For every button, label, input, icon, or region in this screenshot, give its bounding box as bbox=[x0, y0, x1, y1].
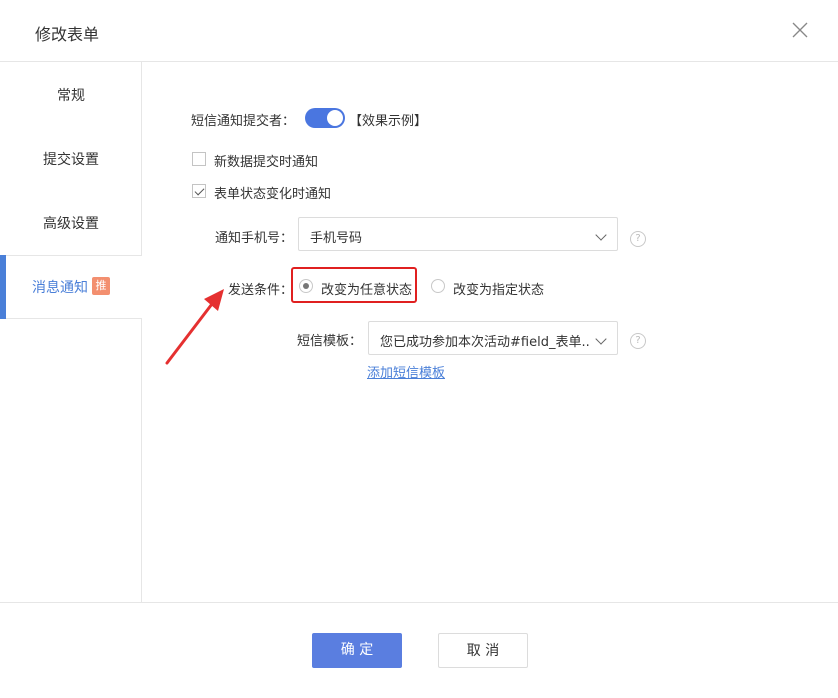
dialog-header: 修改表单 bbox=[0, 0, 838, 62]
chevron-down-icon bbox=[595, 333, 607, 345]
sidebar: 常规 提交设置 高级设置 消息通知推 bbox=[0, 62, 142, 602]
sms-notify-label: 短信通知提交者： bbox=[191, 114, 296, 129]
dialog-footer bbox=[0, 602, 838, 698]
radio-any-state[interactable] bbox=[299, 279, 313, 293]
status-change-checkbox[interactable] bbox=[192, 184, 206, 198]
add-template-link[interactable]: 添加短信模板 bbox=[367, 362, 445, 381]
template-select-value: 您已成功参加本次活动#field_表单... bbox=[380, 335, 590, 350]
cancel-button[interactable]: 取 消 bbox=[438, 633, 528, 668]
confirm-button[interactable]: 确 定 bbox=[312, 633, 402, 668]
close-icon[interactable] bbox=[791, 21, 809, 39]
sidebar-item-submit-settings[interactable]: 提交设置 bbox=[0, 128, 142, 192]
new-data-checkbox[interactable] bbox=[192, 152, 206, 166]
template-select[interactable]: 您已成功参加本次活动#field_表单... bbox=[368, 321, 618, 355]
status-change-checkbox-label: 表单状态变化时通知 bbox=[214, 187, 332, 202]
phone-select[interactable]: 手机号码 bbox=[298, 217, 618, 251]
phone-select-value: 手机号码 bbox=[310, 231, 363, 246]
example-link[interactable]: 【效果示例】 bbox=[349, 110, 427, 129]
sidebar-item-advanced-settings[interactable]: 高级设置 bbox=[0, 192, 142, 256]
radio-specific-state-label: 改变为指定状态 bbox=[453, 283, 545, 298]
help-icon[interactable]: ? bbox=[630, 231, 646, 247]
sidebar-item-general[interactable]: 常规 bbox=[0, 64, 142, 128]
help-icon[interactable]: ? bbox=[630, 333, 646, 349]
template-label: 短信模板： bbox=[297, 334, 363, 349]
annotation-arrow-icon bbox=[165, 289, 224, 365]
radio-specific-state[interactable] bbox=[431, 279, 445, 293]
sidebar-item-message-notification[interactable]: 消息通知推 bbox=[0, 255, 142, 319]
dialog-title: 修改表单 bbox=[35, 25, 100, 44]
radio-any-state-label: 改变为任意状态 bbox=[321, 283, 413, 298]
sidebar-item-label: 高级设置 bbox=[43, 216, 99, 232]
recommend-badge: 推 bbox=[92, 277, 110, 295]
sidebar-item-label: 消息通知 bbox=[32, 280, 88, 296]
sms-notify-toggle[interactable] bbox=[305, 108, 345, 128]
phone-label: 通知手机号： bbox=[215, 231, 294, 246]
condition-label: 发送条件： bbox=[228, 283, 294, 298]
sidebar-item-label: 常规 bbox=[57, 88, 85, 104]
chevron-down-icon bbox=[595, 229, 607, 241]
new-data-checkbox-label: 新数据提交时通知 bbox=[214, 155, 319, 170]
sidebar-item-label: 提交设置 bbox=[43, 152, 99, 168]
